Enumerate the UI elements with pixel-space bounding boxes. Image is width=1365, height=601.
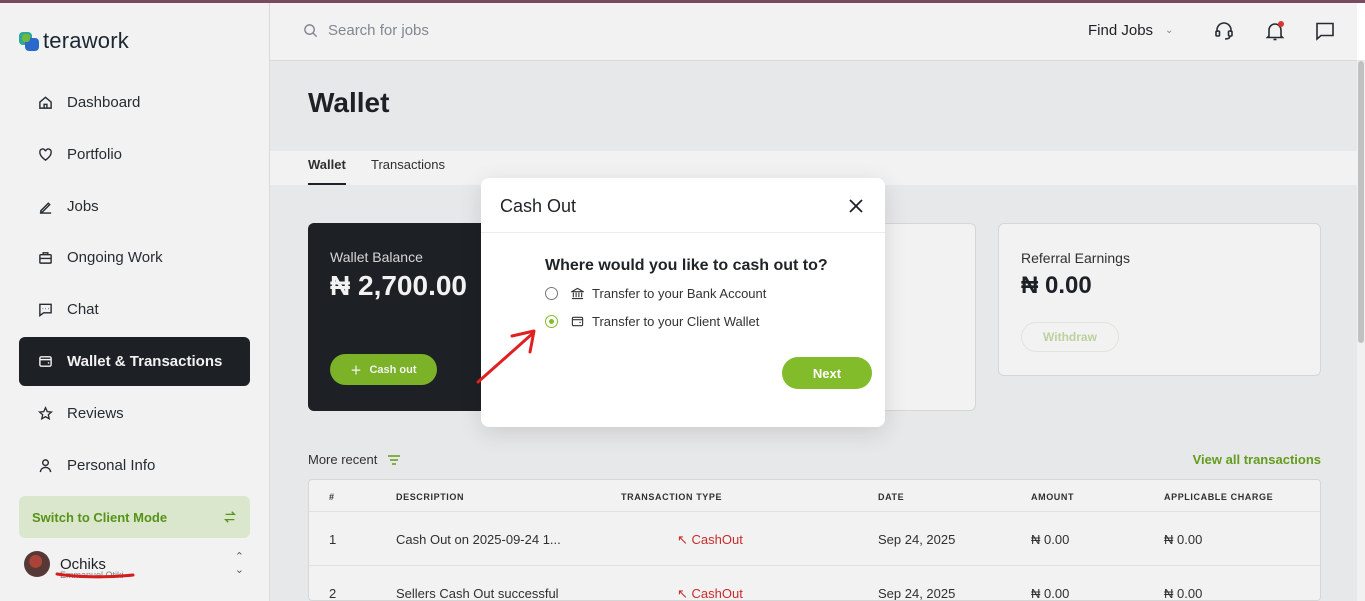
option-bank-account[interactable]: Transfer to your Bank Account <box>545 286 766 301</box>
cash-out-modal: Cash Out Where would you like to cash ou… <box>481 178 885 427</box>
divider <box>481 232 885 233</box>
bank-icon <box>571 287 584 300</box>
modal-title: Cash Out <box>500 196 577 216</box>
option-label: Transfer to your Bank Account <box>592 286 767 301</box>
scrollbar-thumb[interactable] <box>1358 61 1364 343</box>
page-scrollbar[interactable] <box>1357 61 1365 601</box>
next-button[interactable]: Next <box>782 357 872 389</box>
radio-client-wallet[interactable] <box>545 315 558 328</box>
close-icon[interactable] <box>848 198 864 214</box>
radio-bank-account[interactable] <box>545 287 558 300</box>
option-label: Transfer to your Client Wallet <box>592 314 760 329</box>
option-client-wallet[interactable]: Transfer to your Client Wallet <box>545 314 759 329</box>
top-accent-line <box>0 0 1365 3</box>
annotation-arrow <box>476 329 536 384</box>
cash-out-question: Where would you like to cash out to? <box>545 257 828 274</box>
wallet-icon <box>571 316 584 327</box>
